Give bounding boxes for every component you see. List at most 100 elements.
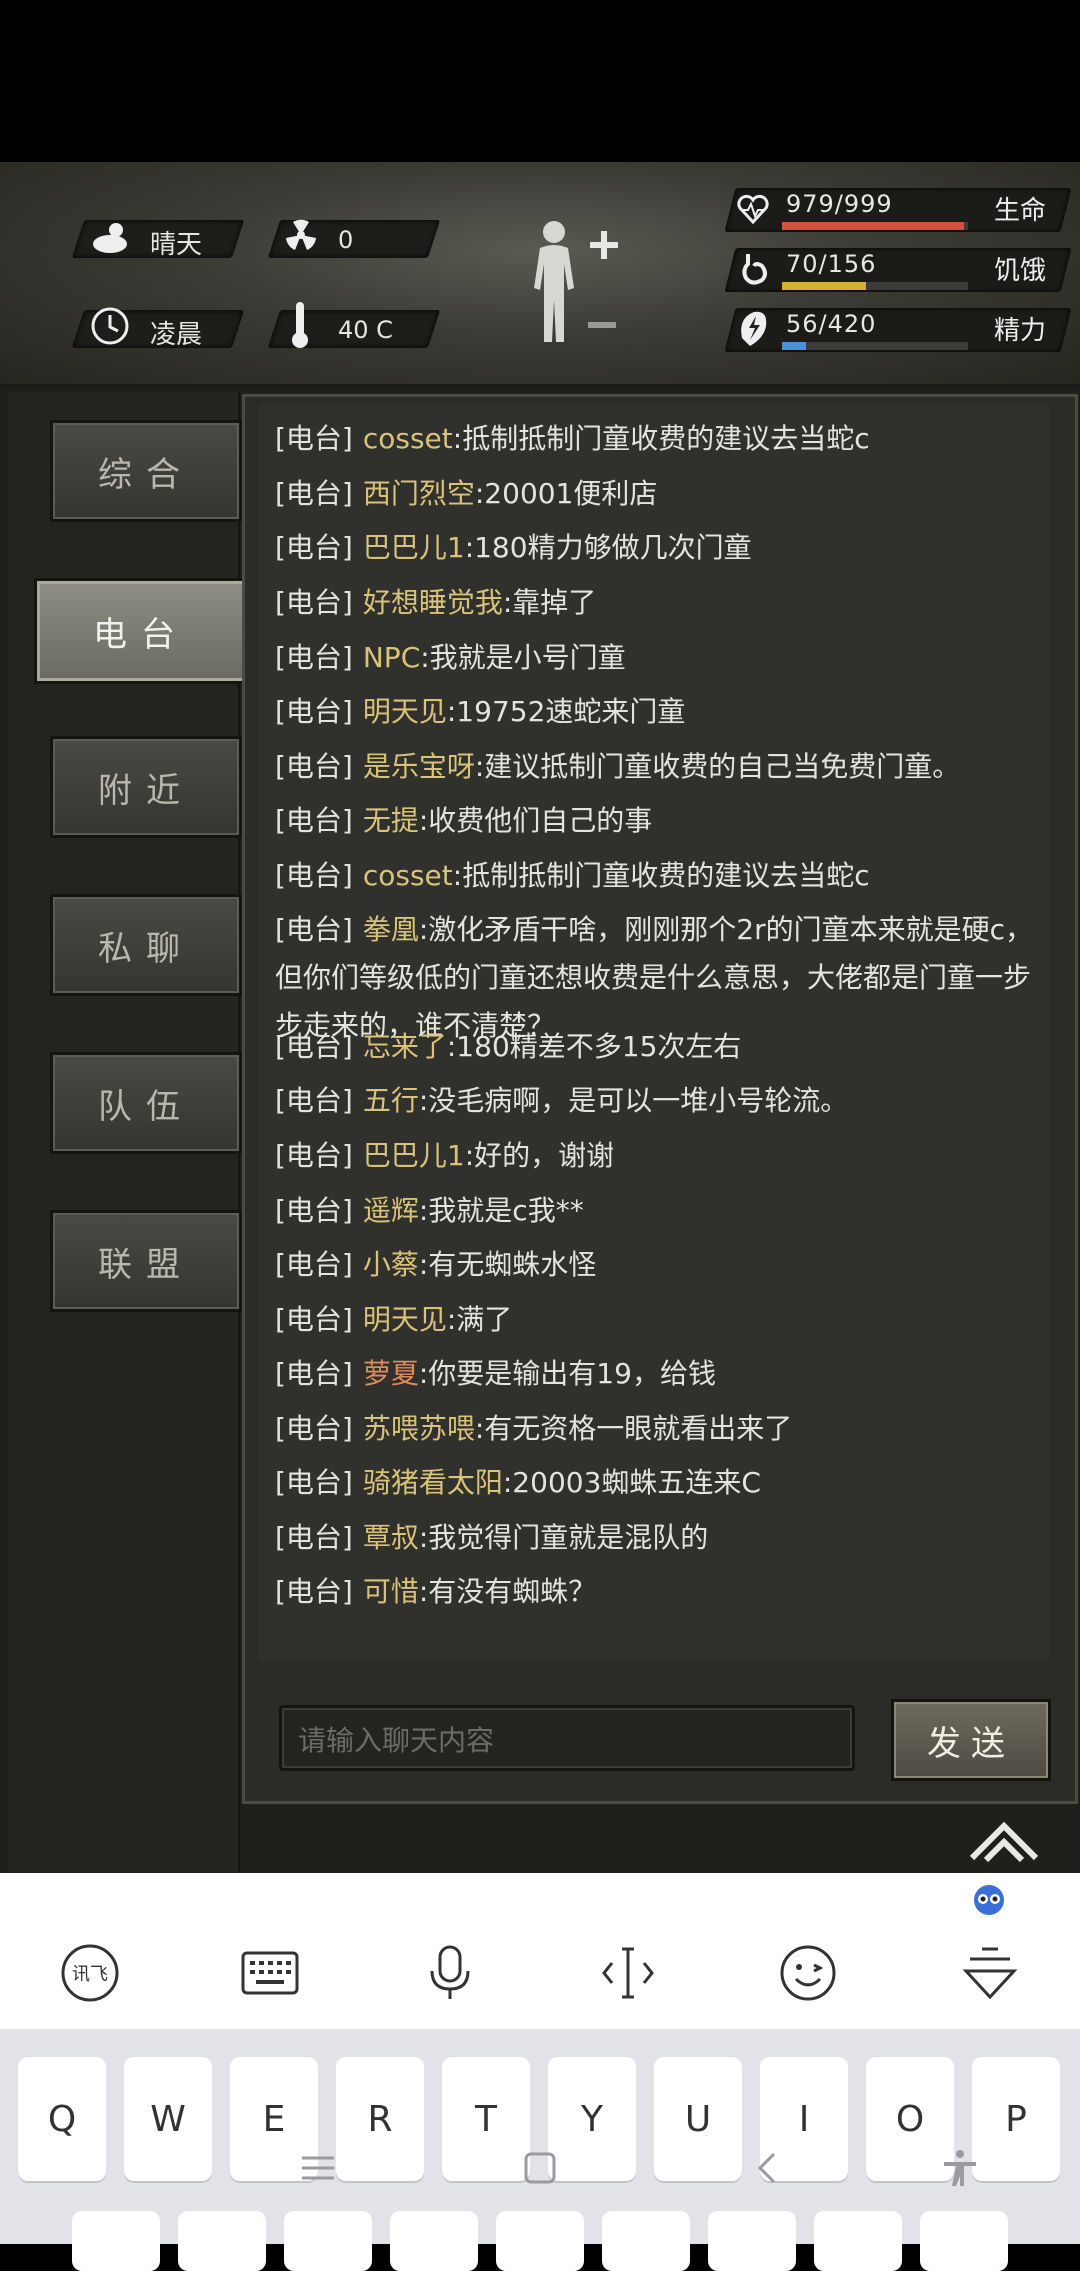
- menu-nav-icon[interactable]: [298, 2148, 338, 2188]
- keyboard-icon[interactable]: [240, 1943, 300, 2003]
- key-row2[interactable]: [178, 2211, 266, 2271]
- message-sender[interactable]: cosset: [363, 859, 453, 892]
- chat-message: [电台] 覃叔:我觉得门童就是混队的: [275, 1514, 1035, 1562]
- energy-bar: [782, 342, 968, 350]
- hide-keyboard-icon[interactable]: [960, 1943, 1020, 2003]
- message-channel: [电台]: [275, 804, 353, 837]
- message-sender[interactable]: 拳凰: [363, 913, 419, 946]
- message-sender[interactable]: 西门烈空: [363, 477, 475, 510]
- energy-icon: [741, 311, 767, 346]
- message-channel: [电台]: [275, 641, 353, 674]
- message-channel: [电台]: [275, 695, 353, 728]
- chat-panel: [电台] cosset:抵制抵制门童收费的建议去当蛇c [电台] 西门烈空:20001…: [242, 394, 1078, 1804]
- send-button[interactable]: 发送: [891, 1699, 1051, 1781]
- key-u[interactable]: U: [654, 2057, 742, 2181]
- message-sender[interactable]: 巴巴儿1: [363, 531, 465, 564]
- key-row2[interactable]: [72, 2211, 160, 2271]
- tab-nearby[interactable]: 附近: [50, 736, 242, 838]
- body-status-icon[interactable]: [522, 218, 622, 348]
- message-channel: [电台]: [275, 531, 353, 564]
- svg-text:讯飞: 讯飞: [72, 1964, 108, 1985]
- message-sender[interactable]: 好想睡觉我: [363, 586, 503, 619]
- message-sender[interactable]: NPC: [363, 641, 420, 674]
- energy-value: 56/420: [786, 310, 877, 338]
- message-sender[interactable]: 小蔡: [363, 1248, 419, 1281]
- message-channel: [电台]: [275, 1357, 353, 1390]
- message-sender[interactable]: 无提: [363, 804, 419, 837]
- chat-message: [电台] 小蔡:有无蜘蛛水怪: [275, 1241, 1035, 1289]
- heart-icon: [737, 194, 769, 225]
- message-channel: [电台]: [275, 750, 353, 783]
- chat-message: [电台] 西门烈空:20001便利店: [275, 470, 1035, 518]
- key-row2[interactable]: [602, 2211, 690, 2271]
- message-sender[interactable]: 苏喂苏喂: [363, 1412, 475, 1445]
- key-row2[interactable]: [920, 2211, 1008, 2271]
- message-sender[interactable]: 遥辉: [363, 1194, 419, 1227]
- temperature-value: 40 C: [338, 316, 393, 344]
- message-sender[interactable]: 覃叔: [363, 1521, 419, 1554]
- collapse-up-icon[interactable]: [968, 1818, 1040, 1864]
- key-y[interactable]: Y: [548, 2057, 636, 2181]
- keyboard-keys: QWERTYUIOP: [0, 2029, 1080, 2271]
- time-text: 凌晨: [150, 320, 203, 350]
- key-row2[interactable]: [390, 2211, 478, 2271]
- microphone-icon[interactable]: [420, 1943, 480, 2003]
- stomach-icon: [742, 254, 767, 285]
- accessibility-icon[interactable]: [940, 2148, 980, 2188]
- radiation-value: 0: [338, 226, 354, 254]
- message-text: :满了: [446, 1303, 513, 1336]
- key-t[interactable]: T: [442, 2057, 530, 2181]
- chat-message: [电台] NPC:我就是小号门童: [275, 634, 1035, 682]
- chat-message-list[interactable]: [电台] cosset:抵制抵制门童收费的建议去当蛇c [电台] 西门烈空:20001…: [259, 405, 1049, 1661]
- back-nav-icon[interactable]: [748, 2148, 788, 2188]
- home-nav-icon[interactable]: [520, 2148, 560, 2188]
- assistant-mascot-icon[interactable]: [972, 1883, 1006, 1917]
- cursor-move-icon[interactable]: [598, 1943, 658, 2003]
- message-sender[interactable]: 萝夏: [363, 1357, 419, 1390]
- message-text: :20001便利店: [474, 477, 658, 510]
- message-channel: [电台]: [275, 477, 353, 510]
- message-sender[interactable]: 五行: [363, 1084, 419, 1117]
- message-text: :19752速蛇来门童: [446, 695, 686, 728]
- message-sender[interactable]: 骑猪看太阳: [363, 1466, 503, 1499]
- tab-team[interactable]: 队伍: [50, 1052, 242, 1154]
- message-text: :你要是输出有19，给钱: [418, 1357, 716, 1390]
- tab-general[interactable]: 综合: [50, 420, 242, 522]
- key-p[interactable]: P: [972, 2057, 1060, 2181]
- message-sender[interactable]: 可惜: [363, 1575, 419, 1608]
- message-channel: [电台]: [275, 913, 353, 946]
- emoji-icon[interactable]: [778, 1943, 838, 2003]
- message-sender[interactable]: 巴巴儿1: [363, 1139, 465, 1172]
- message-channel: [电台]: [275, 1412, 353, 1445]
- message-text: :180精差不多15次左右: [446, 1030, 742, 1063]
- message-text: :抵制抵制门童收费的建议去当蛇c: [452, 859, 870, 892]
- message-channel: [电台]: [275, 1248, 353, 1281]
- message-text: :收费他们自己的事: [418, 804, 653, 837]
- key-row2[interactable]: [284, 2211, 372, 2271]
- message-sender[interactable]: 是乐宝呀: [363, 750, 475, 783]
- chat-message: [电台] 巴巴儿1:180精力够做几次门童: [275, 524, 1035, 572]
- tab-radio[interactable]: 电台: [34, 578, 248, 684]
- chat-input[interactable]: 请输入聊天内容: [279, 1705, 855, 1771]
- chat-message: [电台] 是乐宝呀:建议抵制门童收费的自己当免费门童。: [275, 743, 1035, 791]
- message-channel: [电台]: [275, 1194, 353, 1227]
- key-r[interactable]: R: [336, 2057, 424, 2181]
- key-row2[interactable]: [496, 2211, 584, 2271]
- message-sender[interactable]: 忘来了: [363, 1030, 447, 1063]
- chat-input-placeholder: 请输入聊天内容: [298, 1724, 495, 1757]
- message-sender[interactable]: 明天见: [363, 695, 447, 728]
- key-w[interactable]: W: [124, 2057, 212, 2181]
- message-sender[interactable]: cosset: [363, 422, 453, 455]
- radiation-icon: [286, 219, 316, 250]
- chat-message: [电台] 可惜:有没有蜘蛛？: [275, 1568, 1035, 1616]
- key-row2[interactable]: [814, 2211, 902, 2271]
- status-bar: 晴天 0 凌晨 40 C 979/999 生命 70/156 饥饿 56/420…: [0, 162, 1080, 388]
- message-sender[interactable]: 明天见: [363, 1303, 447, 1336]
- tab-private[interactable]: 私聊: [50, 894, 242, 996]
- key-row2[interactable]: [708, 2211, 796, 2271]
- health-label: 生命: [994, 196, 1047, 226]
- tab-alliance[interactable]: 联盟: [50, 1210, 242, 1312]
- chat-message: [电台] 明天见:19752速蛇来门童: [275, 688, 1035, 736]
- key-q[interactable]: Q: [18, 2057, 106, 2181]
- ifly-logo-icon[interactable]: 讯飞: [60, 1943, 120, 2003]
